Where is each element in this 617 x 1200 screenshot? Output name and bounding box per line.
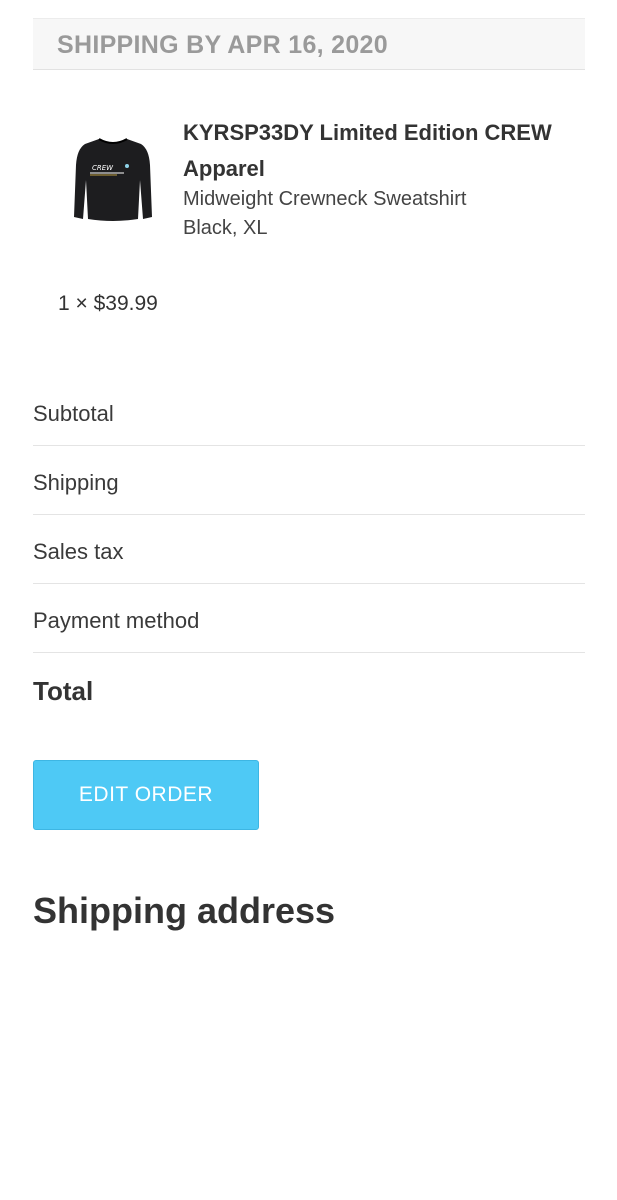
quantity-price: 1 × $39.99 [58, 292, 158, 315]
order-line-item: CREW KYRSP33DY Limited Edition CREW Appa… [33, 115, 585, 255]
sales-tax-label: Sales tax [33, 539, 124, 564]
edit-order-button[interactable]: EDIT ORDER [33, 760, 259, 830]
summary-row-shipping: Shipping [33, 446, 585, 515]
summary-row-subtotal: Subtotal [33, 377, 585, 446]
product-variant-options: Black, XL [183, 217, 268, 239]
sweatshirt-image: CREW [74, 138, 152, 221]
shipping-label: Shipping [33, 470, 119, 495]
product-variant-type: Midweight Crewneck Sweatshirt [183, 188, 467, 210]
product-description: Midweight Crewneck Sweatshirt Black, XL [183, 185, 466, 243]
shipping-date-banner: SHIPPING BY APR 16, 2020 [33, 18, 585, 70]
summary-row-total: Total [33, 652, 585, 732]
product-name: KYRSP33DY Limited Edition CREW Apparel [183, 120, 552, 181]
total-label: Total [33, 676, 94, 706]
shipping-date-text: SHIPPING BY APR 16, 2020 [57, 31, 388, 59]
subtotal-label: Subtotal [33, 401, 114, 426]
summary-row-payment-method: Payment method [33, 584, 585, 653]
summary-row-sales-tax: Sales tax [33, 515, 585, 584]
sweatshirt-print-text: CREW [92, 164, 114, 172]
payment-method-label: Payment method [33, 608, 200, 633]
shipping-address-heading: Shipping address [33, 890, 336, 931]
